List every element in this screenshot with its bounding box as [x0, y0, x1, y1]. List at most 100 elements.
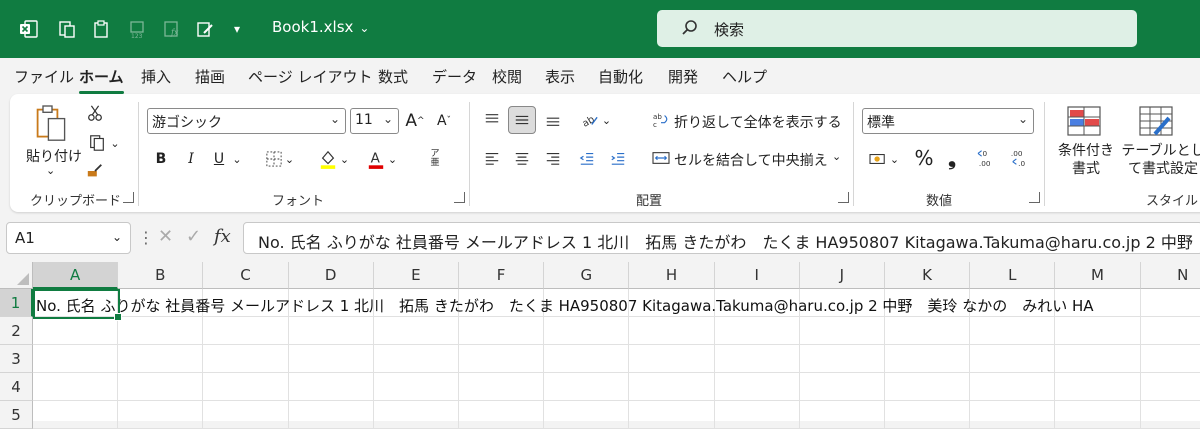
align-middle-icon[interactable]: [508, 106, 536, 134]
paste-label[interactable]: 貼り付け: [26, 146, 82, 166]
insert-function-icon[interactable]: fx: [214, 226, 231, 247]
cell-K5[interactable]: [885, 401, 971, 429]
tab-data[interactable]: データ: [432, 66, 477, 87]
font-name-select[interactable]: 游ゴシック ⌄: [147, 108, 346, 134]
cell-F4[interactable]: [459, 373, 545, 401]
decrease-font-size-icon[interactable]: Aˇ: [432, 108, 456, 134]
save-icon[interactable]: [54, 16, 80, 42]
cell-K2[interactable]: [885, 317, 971, 345]
cell-C4[interactable]: [203, 373, 289, 401]
cell-K4[interactable]: [885, 373, 971, 401]
cell-N5[interactable]: [1140, 401, 1200, 429]
column-header-J[interactable]: J: [799, 262, 885, 289]
more-options-icon[interactable]: ⋮: [138, 228, 154, 247]
format-painter-icon[interactable]: [84, 160, 106, 182]
conditional-formatting-icon[interactable]: [1064, 104, 1104, 138]
cell-M4[interactable]: [1055, 373, 1141, 401]
customize-toolbar-chevron-icon[interactable]: ▾: [224, 16, 250, 42]
name-box[interactable]: A1 ⌄: [6, 222, 131, 254]
cell-B5[interactable]: [118, 401, 204, 429]
number-format-select[interactable]: 標準 ⌄: [862, 108, 1034, 134]
bold-button[interactable]: B: [150, 146, 172, 172]
cell-I5[interactable]: [714, 401, 800, 429]
comma-style-button[interactable]: ❟: [942, 144, 962, 172]
row-header-3[interactable]: 3: [0, 345, 33, 373]
paste-chevron-icon[interactable]: ⌄: [46, 164, 55, 177]
cell-L4[interactable]: [970, 373, 1056, 401]
align-bottom-icon[interactable]: [541, 108, 565, 132]
cell-I3[interactable]: [714, 345, 800, 373]
borders-icon[interactable]: ⌄: [262, 146, 298, 172]
orientation-icon[interactable]: ab ⌄: [576, 108, 616, 132]
cell-G2[interactable]: [544, 317, 630, 345]
cell-I2[interactable]: [714, 317, 800, 345]
function-paste-icon[interactable]: fx: [158, 16, 184, 42]
merge-center-icon[interactable]: [650, 146, 672, 170]
cell-N2[interactable]: [1140, 317, 1200, 345]
column-header-A[interactable]: A: [33, 262, 119, 289]
tab-review[interactable]: 校閲: [492, 66, 522, 87]
cell-L2[interactable]: [970, 317, 1056, 345]
row-header-5[interactable]: 5: [0, 401, 33, 429]
row-header-1[interactable]: 1: [0, 289, 33, 317]
format-as-table-icon[interactable]: [1136, 104, 1176, 138]
cell-N3[interactable]: [1140, 345, 1200, 373]
file-title[interactable]: Book1.xlsx ⌄: [272, 18, 369, 36]
cell-C5[interactable]: [203, 401, 289, 429]
tab-view[interactable]: 表示: [545, 66, 575, 87]
column-header-M[interactable]: M: [1055, 262, 1141, 289]
cell-D5[interactable]: [288, 401, 374, 429]
excel-app-icon[interactable]: [16, 16, 42, 42]
tab-help[interactable]: ヘルプ: [722, 66, 767, 87]
paste-icon[interactable]: [32, 102, 72, 146]
clipboard-dialog-launcher-icon[interactable]: [123, 192, 134, 203]
confirm-entry-icon[interactable]: ✓: [186, 226, 201, 247]
number-dialog-launcher-icon[interactable]: [1029, 192, 1040, 203]
cell-A2[interactable]: [33, 317, 119, 345]
column-header-E[interactable]: E: [373, 262, 459, 289]
cell-G3[interactable]: [544, 345, 630, 373]
currency-format-icon[interactable]: ⌄: [864, 146, 904, 172]
increase-decimal-icon[interactable]: 0.00: [974, 144, 1002, 172]
font-size-select[interactable]: 11 ⌄: [350, 108, 399, 134]
cell-H4[interactable]: [629, 373, 715, 401]
cell-J4[interactable]: [799, 373, 885, 401]
cell-D3[interactable]: [288, 345, 374, 373]
select-all-button[interactable]: [0, 262, 33, 289]
font-dialog-launcher-icon[interactable]: [454, 192, 465, 203]
column-header-K[interactable]: K: [885, 262, 971, 289]
formula-input[interactable]: No. 氏名 ふりがな 社員番号 メールアドレス 1 北川 拓馬 きたがわ たく…: [243, 222, 1200, 254]
cell-D4[interactable]: [288, 373, 374, 401]
underline-chevron-icon[interactable]: ⌄: [230, 146, 244, 172]
cell-F5[interactable]: [459, 401, 545, 429]
decrease-decimal-icon[interactable]: .00.0: [1006, 144, 1034, 172]
cell-J2[interactable]: [799, 317, 885, 345]
cut-icon[interactable]: [84, 102, 106, 124]
tab-file[interactable]: ファイル: [14, 66, 74, 87]
increase-font-size-icon[interactable]: A ^: [403, 108, 427, 134]
font-color-icon[interactable]: A ⌄: [362, 146, 402, 172]
column-header-L[interactable]: L: [970, 262, 1056, 289]
cell-L5[interactable]: [970, 401, 1056, 429]
align-top-icon[interactable]: [480, 108, 504, 132]
column-header-B[interactable]: B: [118, 262, 204, 289]
cell-E4[interactable]: [373, 373, 459, 401]
search-box[interactable]: 検索: [657, 10, 1137, 47]
cell-H2[interactable]: [629, 317, 715, 345]
copy-icon[interactable]: ⌄: [84, 132, 124, 154]
column-header-H[interactable]: H: [629, 262, 715, 289]
tab-developer[interactable]: 開発: [668, 66, 698, 87]
cell-E3[interactable]: [373, 345, 459, 373]
tab-page-layout[interactable]: ページ レイアウト: [248, 66, 372, 87]
cancel-entry-icon[interactable]: ✕: [158, 226, 173, 247]
cell-A4[interactable]: [33, 373, 119, 401]
cell-D2[interactable]: [288, 317, 374, 345]
column-header-D[interactable]: D: [288, 262, 374, 289]
cell-A5[interactable]: [33, 401, 119, 429]
tab-automate[interactable]: 自動化: [598, 66, 643, 87]
column-header-N[interactable]: N: [1140, 262, 1200, 289]
tab-insert[interactable]: 挿入: [141, 66, 171, 87]
cell-C2[interactable]: [203, 317, 289, 345]
tab-formulas[interactable]: 数式: [378, 66, 408, 87]
merge-chevron-icon[interactable]: ⌄: [832, 150, 841, 163]
